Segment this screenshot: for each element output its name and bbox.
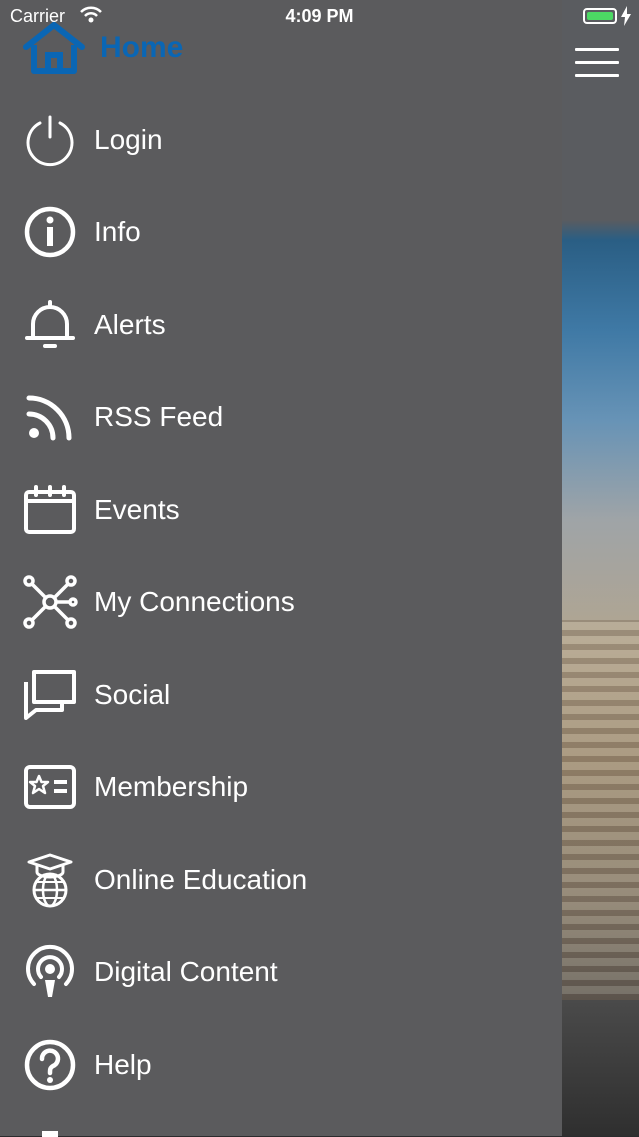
menu-item-label: Alerts bbox=[94, 309, 166, 340]
graduation-globe-icon bbox=[22, 852, 78, 908]
battery-icon bbox=[583, 8, 617, 24]
status-bar: Carrier 4:09 PM bbox=[0, 0, 639, 32]
chat-icon bbox=[22, 667, 78, 723]
home-label: Home bbox=[100, 31, 184, 64]
menu-item-membership[interactable]: Membership bbox=[0, 741, 562, 833]
clock: 4:09 PM bbox=[285, 6, 354, 26]
menu-item-label: Membership bbox=[94, 771, 249, 802]
menu-item-alerts[interactable]: Alerts bbox=[0, 279, 562, 371]
menu-item-info[interactable]: Info bbox=[0, 186, 562, 278]
member-card-icon bbox=[22, 759, 78, 815]
menu-item-label: Help bbox=[94, 1049, 152, 1080]
menu-item-help[interactable]: Help bbox=[0, 1019, 562, 1111]
menu-item-label: Info bbox=[94, 216, 141, 247]
menu-item-online-education[interactable]: Online Education bbox=[0, 834, 562, 926]
calendar-icon bbox=[22, 482, 78, 538]
podcast-icon bbox=[22, 944, 78, 1000]
menu-item-label: Online Education bbox=[94, 864, 308, 895]
power-icon bbox=[22, 112, 78, 168]
menu-item-label: My Connections bbox=[94, 586, 295, 617]
background-image bbox=[559, 0, 639, 1136]
menu-item-label: Login bbox=[94, 124, 163, 155]
menu-item-my-connections[interactable]: My Connections bbox=[0, 556, 562, 648]
bell-icon bbox=[22, 297, 78, 353]
menu-item-rss-feed[interactable]: RSS Feed bbox=[0, 371, 562, 463]
hamburger-menu-icon[interactable] bbox=[575, 48, 619, 80]
navigation-drawer: Home Login Info Alerts RSS Feed Events M… bbox=[0, 0, 562, 1137]
menu-item-label: RSS Feed bbox=[94, 401, 224, 432]
rss-icon bbox=[22, 389, 78, 445]
menu-item-label: Events bbox=[94, 494, 180, 525]
menu-item-login[interactable]: Login bbox=[0, 94, 562, 186]
help-icon bbox=[22, 1037, 78, 1093]
background-texture bbox=[559, 620, 639, 1000]
menu-item-label: Social bbox=[94, 679, 171, 710]
menu-item-label: Digital Content bbox=[94, 956, 278, 987]
info-icon bbox=[22, 204, 78, 260]
menu-item-events[interactable]: Events bbox=[0, 464, 562, 556]
menu-item-digital-content[interactable]: Digital Content bbox=[0, 926, 562, 1018]
charging-icon bbox=[621, 6, 631, 26]
partial-icon bbox=[42, 1131, 58, 1137]
menu-item-social[interactable]: Social bbox=[0, 649, 562, 741]
network-icon bbox=[22, 574, 78, 630]
